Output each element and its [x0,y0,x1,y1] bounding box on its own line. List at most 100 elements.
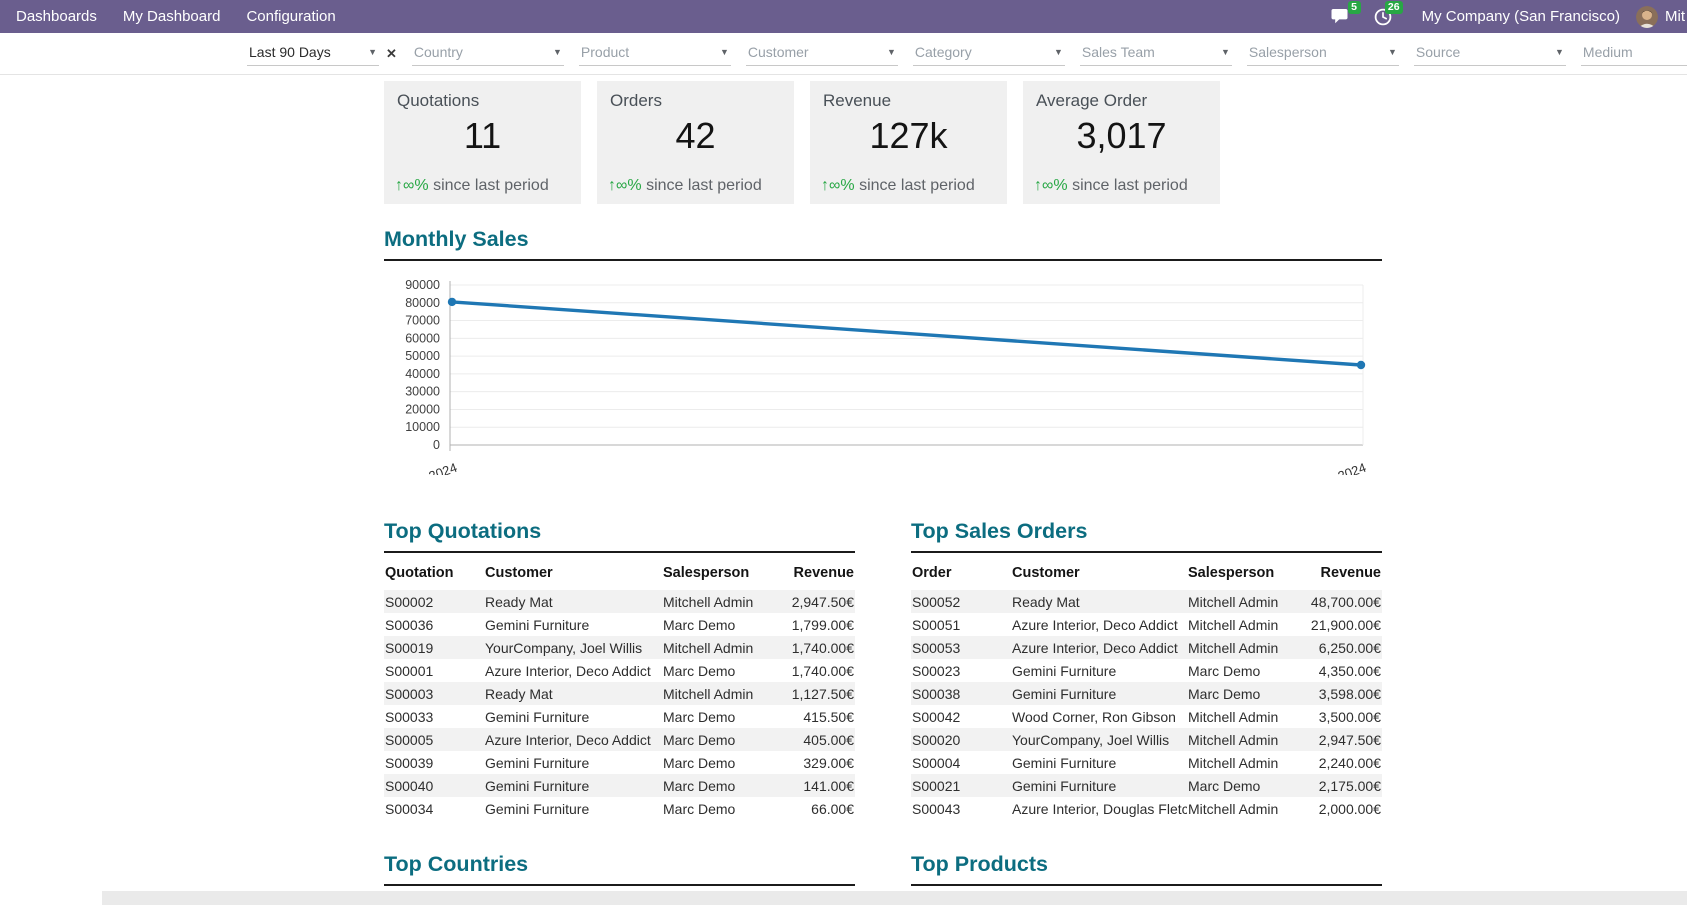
trend-percent: ∞% [403,177,429,194]
order-link[interactable]: S00042 [911,705,1011,728]
heading-underline [384,259,1382,261]
order-link[interactable]: S00051 [911,613,1011,636]
customer-cell: Gemini Furniture [1011,659,1187,682]
filter-medium-placeholder: Medium [1583,44,1687,60]
order-link[interactable]: S00004 [911,751,1011,774]
trend-note: since last period [433,177,549,194]
quotation-link[interactable]: S00034 [384,797,484,820]
salesperson-cell: Mitchell Admin [1187,613,1299,636]
salesperson-cell: Marc Demo [1187,774,1299,797]
filter-source[interactable]: Source▼ [1414,41,1566,66]
activities-button[interactable]: 26 [1374,8,1392,26]
order-link[interactable]: S00021 [911,774,1011,797]
quotation-link[interactable]: S00033 [384,705,484,728]
clear-filter-icon[interactable]: ✕ [386,46,397,62]
table-row: S00021Gemini FurnitureMarc Demo2,175.00€ [911,774,1382,797]
top-products-section: Top Products [911,852,1382,886]
salesperson-cell: Mitchell Admin [1187,705,1299,728]
kpi-value: 11 [397,115,568,157]
table-row: S00001Azure Interior, Deco AddictMarc De… [384,659,855,682]
company-switcher[interactable]: My Company (San Francisco) [1422,8,1620,25]
customer-cell: Wood Corner, Ron Gibson [1011,705,1187,728]
clipped-row-band [102,891,1687,905]
quotation-link[interactable]: S00039 [384,751,484,774]
order-link[interactable]: S00052 [911,590,1011,613]
nav-menu-dashboards[interactable]: Dashboards [3,0,110,33]
filter-date-range[interactable]: Last 90 Days▼ [247,41,379,66]
quotation-link[interactable]: S00001 [384,659,484,682]
revenue-cell: 4,350.00€ [1299,659,1382,682]
revenue-cell: 1,799.00€ [782,613,855,636]
table-row: S00020YourCompany, Joel WillisMitchell A… [911,728,1382,751]
quotation-link[interactable]: S00036 [384,613,484,636]
avatar[interactable] [1636,6,1658,28]
revenue-cell: 405.00€ [782,728,855,751]
quotation-link[interactable]: S00002 [384,590,484,613]
revenue-cell: 21,900.00€ [1299,613,1382,636]
quotation-link[interactable]: S00019 [384,636,484,659]
messages-button[interactable]: 5 [1331,8,1350,25]
quotation-link[interactable]: S00005 [384,728,484,751]
chevron-down-icon: ▼ [364,47,377,57]
filter-product[interactable]: Product▼ [579,41,731,66]
customer-cell: Azure Interior, Deco Addict [484,728,662,751]
column-header-salesperson: Salesperson [1187,558,1299,590]
filter-medium[interactable]: Medium▼ [1581,41,1687,66]
filter-country[interactable]: Country▼ [412,41,564,66]
revenue-cell: 141.00€ [782,774,855,797]
filter-bar: Last 90 Days▼✕Country▼Product▼Customer▼C… [0,33,1687,75]
column-header-customer: Customer [1011,558,1187,590]
trend-note: since last period [646,177,762,194]
heading-underline [911,551,1382,553]
top-quotations-section: Top Quotations QuotationCustomerSalesper… [384,519,855,820]
chevron-down-icon: ▼ [549,47,562,57]
filter-customer[interactable]: Customer▼ [746,41,898,66]
quotation-link[interactable]: S00003 [384,682,484,705]
revenue-cell: 1,127.50€ [782,682,855,705]
revenue-cell: 2,947.50€ [1299,728,1382,751]
kpi-title: Average Order [1036,91,1207,111]
order-link[interactable]: S00020 [911,728,1011,751]
nav-menu-configuration[interactable]: Configuration [233,0,348,33]
trend-up-icon: ↑ [1034,177,1042,194]
kpi-trend: ↑∞% since last period [608,177,762,195]
customer-cell: Gemini Furniture [484,774,662,797]
revenue-cell: 2,000.00€ [1299,797,1382,820]
monthly-sales-chart: 0100002000030000400005000060000700008000… [384,275,1382,475]
table-row: S00043Azure Interior, Douglas FletchMitc… [911,797,1382,820]
filter-sales-team[interactable]: Sales Team▼ [1080,41,1232,66]
filter-country-placeholder: Country [414,44,549,60]
kpi-trend: ↑∞% since last period [1034,177,1188,195]
customer-cell: Gemini Furniture [1011,682,1187,705]
order-link[interactable]: S00023 [911,659,1011,682]
svg-text:June 2024: June 2024 [397,460,459,475]
order-link[interactable]: S00053 [911,636,1011,659]
filter-category[interactable]: Category▼ [913,41,1065,66]
table-row: S00040Gemini FurnitureMarc Demo141.00€ [384,774,855,797]
section-title-top-products: Top Products [911,852,1382,876]
trend-up-icon: ↑ [608,177,616,194]
nav-menu-my-dashboard[interactable]: My Dashboard [110,0,234,33]
salesperson-cell: Marc Demo [1187,659,1299,682]
filter-product-placeholder: Product [581,44,716,60]
customer-cell: Gemini Furniture [484,705,662,728]
section-title-monthly-sales: Monthly Sales [384,227,1382,251]
table-row: S00003Ready MatMitchell Admin1,127.50€ [384,682,855,705]
table-row: S00051Azure Interior, Deco AddictMitchel… [911,613,1382,636]
top-sales-orders-table: OrderCustomerSalespersonRevenueS00052Rea… [911,558,1382,820]
filter-salesperson[interactable]: Salesperson▼ [1247,41,1399,66]
chevron-down-icon: ▼ [1551,47,1564,57]
customer-cell: Gemini Furniture [1011,751,1187,774]
salesperson-cell: Marc Demo [662,797,782,820]
svg-text:60000: 60000 [405,331,440,345]
salesperson-cell: Marc Demo [662,751,782,774]
order-link[interactable]: S00043 [911,797,1011,820]
table-row: S00002Ready MatMitchell Admin2,947.50€ [384,590,855,613]
revenue-cell: 48,700.00€ [1299,590,1382,613]
filter-customer-placeholder: Customer [748,44,883,60]
table-row: S00005Azure Interior, Deco AddictMarc De… [384,728,855,751]
filter-sales-team-placeholder: Sales Team [1082,44,1217,60]
quotation-link[interactable]: S00040 [384,774,484,797]
user-name[interactable]: Mit [1665,8,1685,25]
order-link[interactable]: S00038 [911,682,1011,705]
